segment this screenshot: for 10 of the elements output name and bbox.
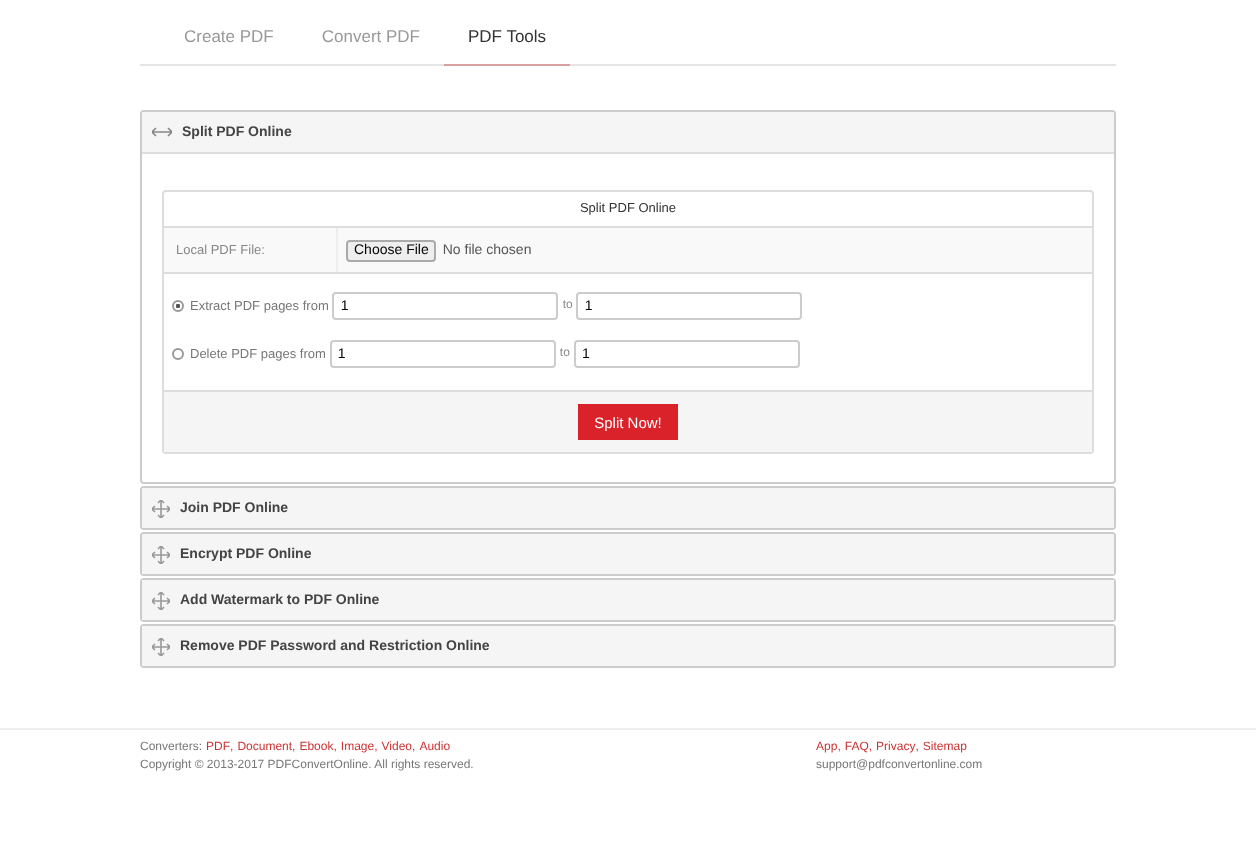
collapse-icon: [152, 126, 172, 138]
nav-tab[interactable]: Create PDF: [160, 0, 298, 64]
radio-button[interactable]: [172, 348, 184, 360]
move-icon: [152, 591, 170, 609]
nav-tab[interactable]: Convert PDF: [297, 0, 444, 64]
move-icon: [152, 545, 170, 563]
move-icon: [152, 499, 170, 517]
move-icon: [152, 637, 170, 655]
nav-tab[interactable]: PDF Tools: [444, 0, 571, 65]
radio-button[interactable]: [172, 300, 184, 312]
